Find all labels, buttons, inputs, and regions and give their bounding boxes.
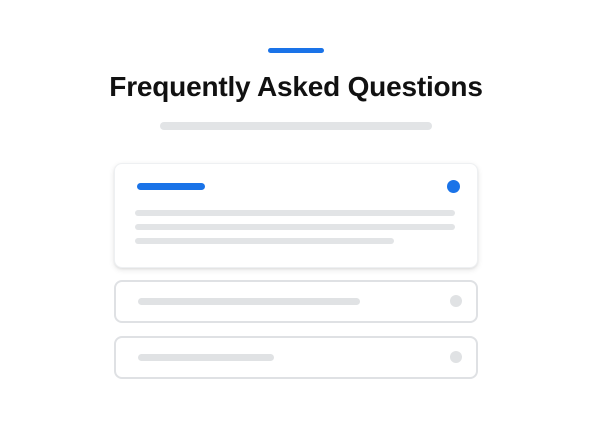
faq-question-placeholder [138,354,274,361]
faq-question-placeholder [138,298,360,305]
expand-indicator-icon[interactable] [450,351,462,363]
faq-item-1[interactable] [114,163,478,268]
faq-answer-placeholder-line [135,238,394,244]
faq-page: Frequently Asked Questions [0,0,592,432]
faq-answer-placeholder-line [135,210,455,216]
faq-list [114,163,478,379]
faq-item-2[interactable] [114,280,478,323]
expand-indicator-icon[interactable] [447,180,460,193]
page-title: Frequently Asked Questions [109,71,483,102]
subtitle-placeholder [160,122,432,130]
faq-answer-placeholder-line [135,224,455,230]
header-accent-bar [268,48,324,53]
expand-indicator-icon[interactable] [450,295,462,307]
faq-question-placeholder [137,183,205,190]
faq-item-3[interactable] [114,336,478,379]
